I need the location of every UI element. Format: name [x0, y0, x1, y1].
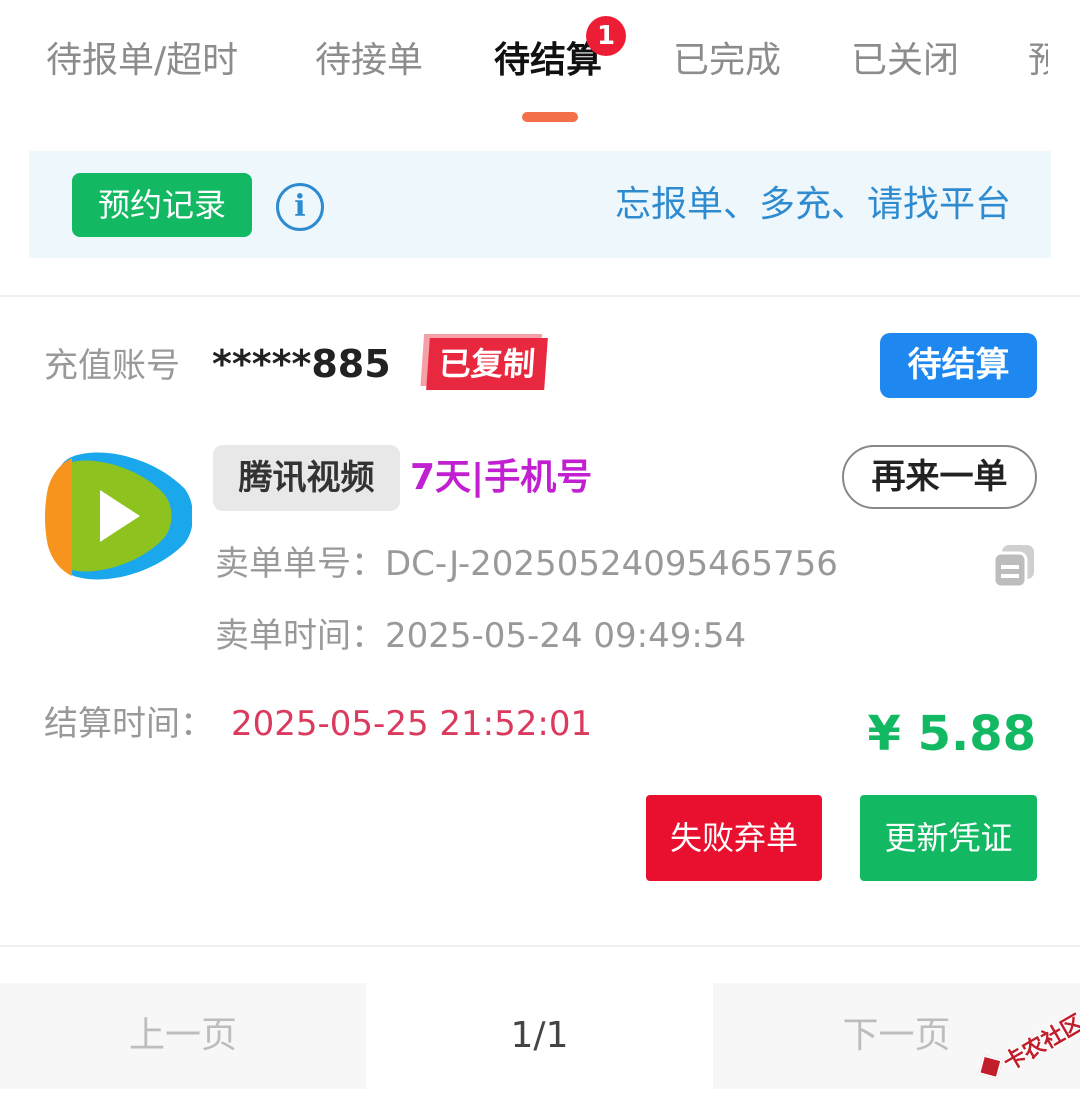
- product-name-tag: 腾讯视频: [213, 445, 400, 511]
- copy-icon[interactable]: [992, 543, 1036, 587]
- settle-time-label: 结算时间：: [44, 704, 214, 744]
- tab-pending-accept[interactable]: 待接单: [315, 38, 423, 84]
- order-time-value: 2025-05-24 09:49:54: [385, 616, 747, 656]
- tab-bar-edge: [1048, 0, 1080, 130]
- order-time-label: 卖单时间：: [215, 616, 385, 656]
- order-number-label: 卖单单号：: [215, 544, 385, 584]
- tab-pending-settlement[interactable]: 待结算: [494, 38, 602, 84]
- prev-page-button[interactable]: 上一页: [0, 983, 366, 1089]
- status-tab-bar: 待报单/超时 待接单 待结算 1 已完成 已关闭 预: [0, 0, 1080, 130]
- order-number-row: 卖单单号：DC-J-20250524095465756: [215, 542, 838, 586]
- reservation-records-button[interactable]: 预约记录: [72, 173, 252, 237]
- tencent-video-logo-icon: [45, 452, 192, 580]
- order-list-page: 待报单/超时 待接单 待结算 1 已完成 已关闭 预 预约记录 i 忘报单、多充…: [0, 0, 1080, 1104]
- page-indicator: 1/1: [366, 983, 713, 1089]
- abandon-order-button[interactable]: 失败弃单: [646, 795, 822, 881]
- info-circle-icon[interactable]: i: [276, 183, 324, 231]
- tab-count-badge: 1: [586, 16, 626, 56]
- active-tab-indicator: [522, 112, 578, 122]
- notice-bar: 预约记录 i 忘报单、多充、请找平台: [29, 151, 1051, 258]
- tab-completed[interactable]: 已完成: [673, 38, 781, 84]
- divider: [0, 295, 1080, 297]
- status-badge: 待结算: [880, 333, 1037, 398]
- tab-pending-report[interactable]: 待报单/超时: [46, 38, 238, 84]
- account-value[interactable]: *****885: [212, 340, 391, 388]
- order-number-value: DC-J-20250524095465756: [385, 544, 838, 584]
- copied-tag: 已复制: [426, 338, 548, 390]
- watermark-logo-icon: [978, 1054, 1003, 1080]
- product-spec: 7天|手机号: [410, 457, 593, 498]
- order-time-row: 卖单时间：2025-05-24 09:49:54: [215, 614, 746, 658]
- notice-scrolling-text: 忘报单、多充、请找平台: [615, 184, 1009, 225]
- account-label: 充值账号: [44, 346, 180, 386]
- tab-closed[interactable]: 已关闭: [851, 38, 959, 84]
- pagination: 上一页 1/1 下一页: [0, 983, 1080, 1089]
- update-voucher-button[interactable]: 更新凭证: [860, 795, 1037, 881]
- order-price: ¥ 5.88: [867, 706, 1036, 762]
- settle-time-value: 2025-05-25 21:52:01: [231, 704, 593, 744]
- reorder-button[interactable]: 再来一单: [842, 445, 1037, 509]
- divider: [0, 945, 1080, 947]
